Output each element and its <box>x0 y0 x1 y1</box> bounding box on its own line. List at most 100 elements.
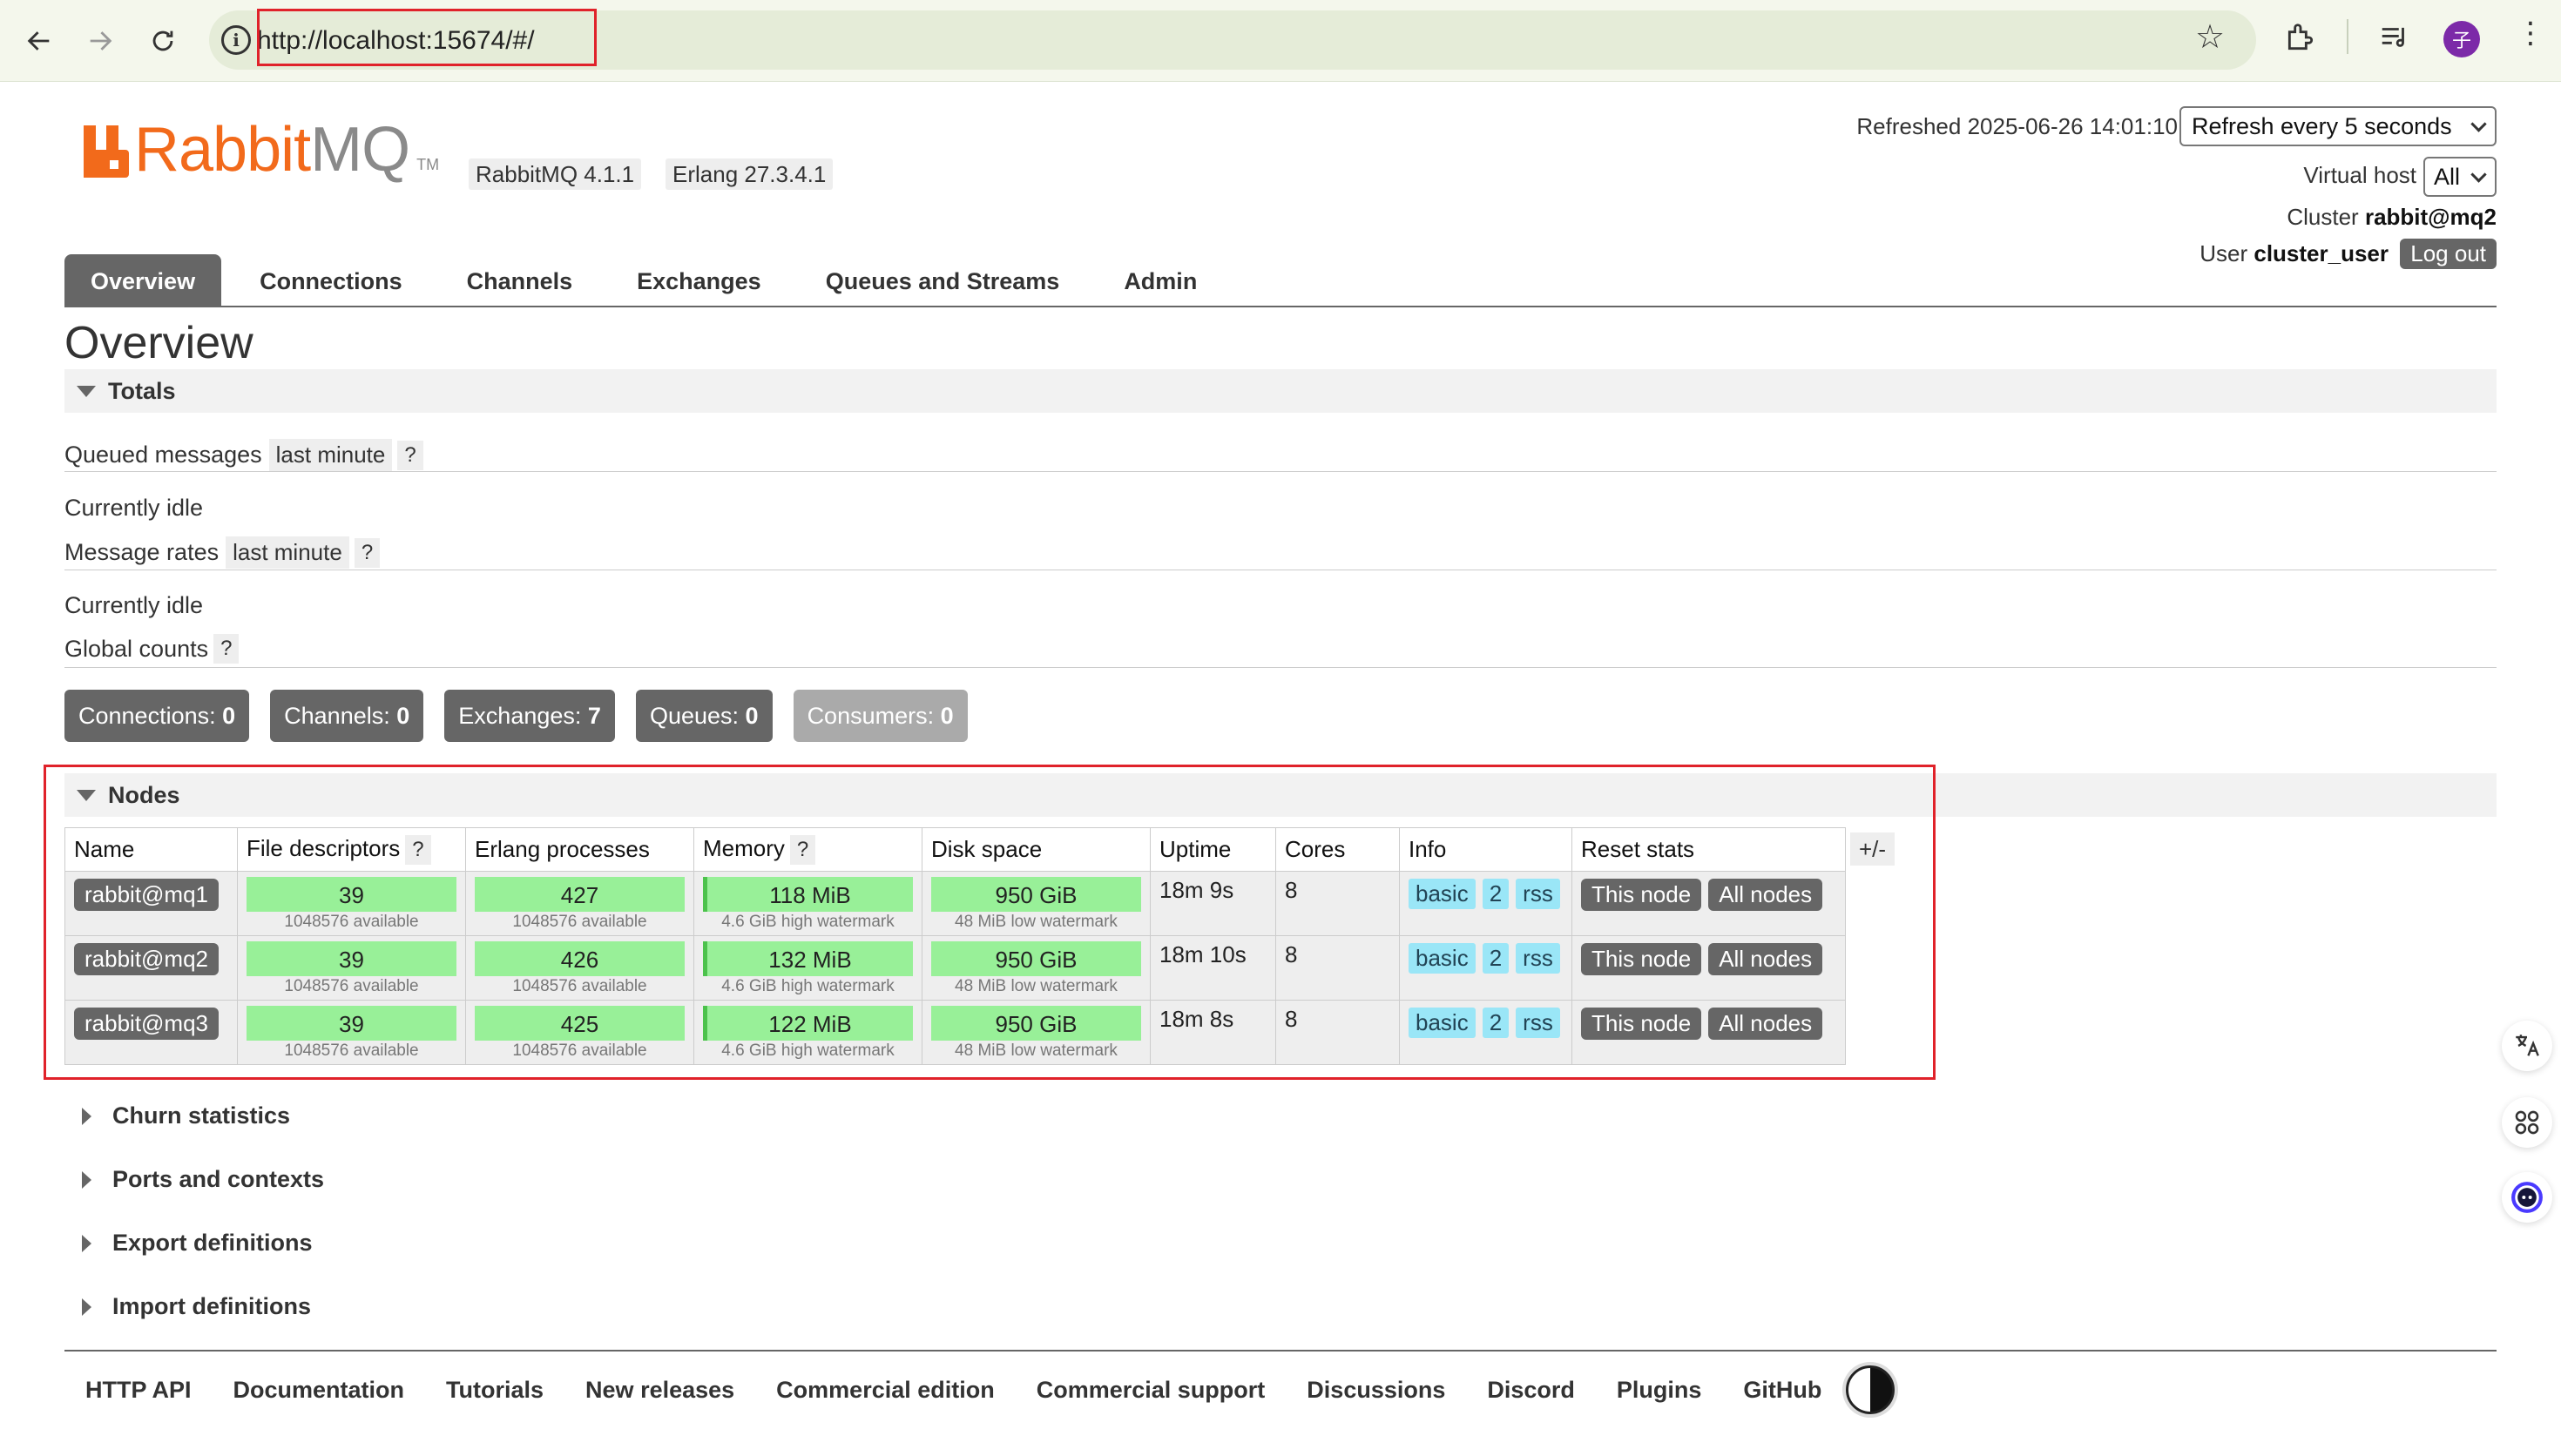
tab-channels[interactable]: Channels <box>441 254 599 307</box>
tab-overview[interactable]: Overview <box>64 254 222 307</box>
cores-cell: 8 <box>1275 935 1400 1001</box>
back-arrow-icon[interactable] <box>17 19 61 63</box>
columns-toggle-button[interactable]: +/- <box>1850 832 1895 866</box>
col-info[interactable]: Info <box>1399 827 1572 872</box>
reload-icon[interactable] <box>141 19 185 63</box>
reset-this-node-button[interactable]: This node <box>1581 943 1702 975</box>
disk-space-watermark: 48 MiB low watermark <box>955 1041 1118 1060</box>
memory-cell: 118 MiB 4.6 GiB high watermark <box>693 871 922 936</box>
rabbitmq-version-badge: RabbitMQ 4.1.1 <box>469 158 642 190</box>
reset-this-node-button[interactable]: This node <box>1581 1008 1702 1040</box>
footer-link-http-api[interactable]: HTTP API <box>85 1377 192 1404</box>
erlang-processes-available: 1048576 available <box>512 1041 647 1060</box>
col-file-descriptors[interactable]: File descriptors? <box>237 827 466 872</box>
channels-count-button[interactable]: Channels: 0 <box>270 690 424 742</box>
churn-statistics-heading: Churn statistics <box>112 1102 291 1129</box>
erlang-processes-bar: 427 <box>475 877 685 912</box>
global-counts-help-button[interactable]: ? <box>213 634 240 664</box>
table-header-row: Name File descriptors? Erlang processes … <box>64 827 1846 872</box>
reset-all-nodes-button[interactable]: All nodes <box>1708 879 1823 911</box>
apps-grid-icon[interactable] <box>2502 1097 2552 1148</box>
col-disk-space[interactable]: Disk space <box>922 827 1151 872</box>
ports-and-contexts-heading: Ports and contexts <box>112 1166 325 1192</box>
rates-range-toggle[interactable]: last minute <box>226 536 349 569</box>
exchanges-count-button[interactable]: Exchanges: 7 <box>444 690 615 742</box>
import-definitions-toggle[interactable]: Import definitions <box>64 1293 311 1320</box>
footer-link-github[interactable]: GitHub <box>1743 1377 1821 1404</box>
col-name[interactable]: Name <box>64 827 238 872</box>
media-control-icon[interactable] <box>2378 21 2411 58</box>
more-menu-icon[interactable]: ⋮ <box>2516 16 2545 51</box>
footer-link-tutorials[interactable]: Tutorials <box>446 1377 544 1404</box>
footer-link-commercial-edition[interactable]: Commercial edition <box>776 1377 995 1404</box>
info-badge-count: 2 <box>1482 1008 1510 1038</box>
ports-and-contexts-toggle[interactable]: Ports and contexts <box>64 1166 324 1193</box>
user-info: User cluster_user Log out <box>2199 239 2497 269</box>
file-descriptors-bar: 39 <box>247 941 456 976</box>
node-name-link[interactable]: rabbit@mq3 <box>74 1008 220 1040</box>
reset-this-node-button[interactable]: This node <box>1581 879 1702 911</box>
disk-space-watermark: 48 MiB low watermark <box>955 977 1118 995</box>
collapse-triangle-icon <box>77 386 96 397</box>
memory-help-button[interactable]: ? <box>789 834 816 865</box>
toolbar-divider <box>2347 19 2348 54</box>
totals-section-toggle[interactable]: Totals <box>64 369 2497 413</box>
footer-link-plugins[interactable]: Plugins <box>1617 1377 1702 1404</box>
footer-link-discord[interactable]: Discord <box>1487 1377 1575 1404</box>
translate-icon[interactable] <box>2502 1021 2552 1071</box>
expand-triangle-icon <box>82 1170 91 1189</box>
node-name-link[interactable]: rabbit@mq1 <box>74 879 220 911</box>
col-reset-stats[interactable]: Reset stats <box>1571 827 1846 872</box>
col-erlang-processes[interactable]: Erlang processes <box>465 827 694 872</box>
reset-all-nodes-button[interactable]: All nodes <box>1708 943 1823 975</box>
col-cores[interactable]: Cores <box>1275 827 1400 872</box>
count-value: 0 <box>745 703 759 729</box>
info-badge-rss: rss <box>1516 943 1560 974</box>
file-descriptors-help-button[interactable]: ? <box>405 834 431 865</box>
assistant-icon[interactable] <box>2502 1172 2552 1223</box>
footer-link-commercial-support[interactable]: Commercial support <box>1037 1377 1266 1404</box>
col-memory[interactable]: Memory? <box>693 827 922 872</box>
logout-button[interactable]: Log out <box>2400 239 2497 269</box>
tab-connections[interactable]: Connections <box>233 254 429 307</box>
queued-range-toggle[interactable]: last minute <box>268 439 393 471</box>
tab-queues-and-streams[interactable]: Queues and Streams <box>800 254 1086 307</box>
message-rates-label: Message rates <box>64 539 220 565</box>
user-name: cluster_user <box>2254 240 2389 266</box>
node-name-link[interactable]: rabbit@mq2 <box>74 943 220 975</box>
tab-admin[interactable]: Admin <box>1098 254 1223 307</box>
reset-all-nodes-button[interactable]: All nodes <box>1708 1008 1823 1040</box>
rabbitmq-logo[interactable]: RabbitMQ TM <box>84 118 440 181</box>
footer-link-documentation[interactable]: Documentation <box>233 1377 405 1404</box>
tab-exchanges[interactable]: Exchanges <box>611 254 787 307</box>
refresh-interval-select[interactable]: Refresh every 5 seconds <box>2179 106 2497 146</box>
queued-help-button[interactable]: ? <box>397 440 423 470</box>
profile-avatar[interactable]: 子 <box>2443 21 2480 57</box>
footer-link-discussions[interactable]: Discussions <box>1307 1377 1445 1404</box>
churn-statistics-toggle[interactable]: Churn statistics <box>64 1102 290 1129</box>
forward-arrow-icon[interactable] <box>78 19 122 63</box>
connections-count-button[interactable]: Connections: 0 <box>64 690 250 742</box>
count-label: Consumers: <box>807 703 935 729</box>
col-uptime[interactable]: Uptime <box>1150 827 1276 872</box>
table-row: rabbit@mq3 39 1048576 available 425 1048576 … <box>64 1000 1846 1065</box>
virtual-host-select[interactable]: All <box>2423 157 2497 197</box>
consumers-count-button[interactable]: Consumers: 0 <box>793 690 968 742</box>
erlang-processes-bar: 426 <box>475 941 685 976</box>
file-descriptors-cell: 39 1048576 available <box>237 935 466 1001</box>
site-info-icon[interactable]: i <box>221 25 251 55</box>
theme-toggle-icon[interactable] <box>1846 1365 1895 1414</box>
footer-link-new-releases[interactable]: New releases <box>585 1377 734 1404</box>
file-descriptors-cell: 39 1048576 available <box>237 1000 466 1065</box>
memory-cell: 132 MiB 4.6 GiB high watermark <box>693 935 922 1001</box>
extensions-icon[interactable] <box>2284 21 2317 58</box>
uptime-cell: 18m 10s <box>1150 935 1276 1001</box>
bookmark-star-icon[interactable]: ☆ <box>2195 17 2225 57</box>
logo-tm: TM <box>416 156 440 173</box>
queues-count-button[interactable]: Queues: 0 <box>635 690 773 742</box>
erlang-processes-available: 1048576 available <box>512 913 647 931</box>
info-badge-basic: basic <box>1409 879 1476 909</box>
export-definitions-toggle[interactable]: Export definitions <box>64 1230 313 1257</box>
file-descriptors-available: 1048576 available <box>284 1041 419 1060</box>
rates-help-button[interactable]: ? <box>354 537 381 568</box>
